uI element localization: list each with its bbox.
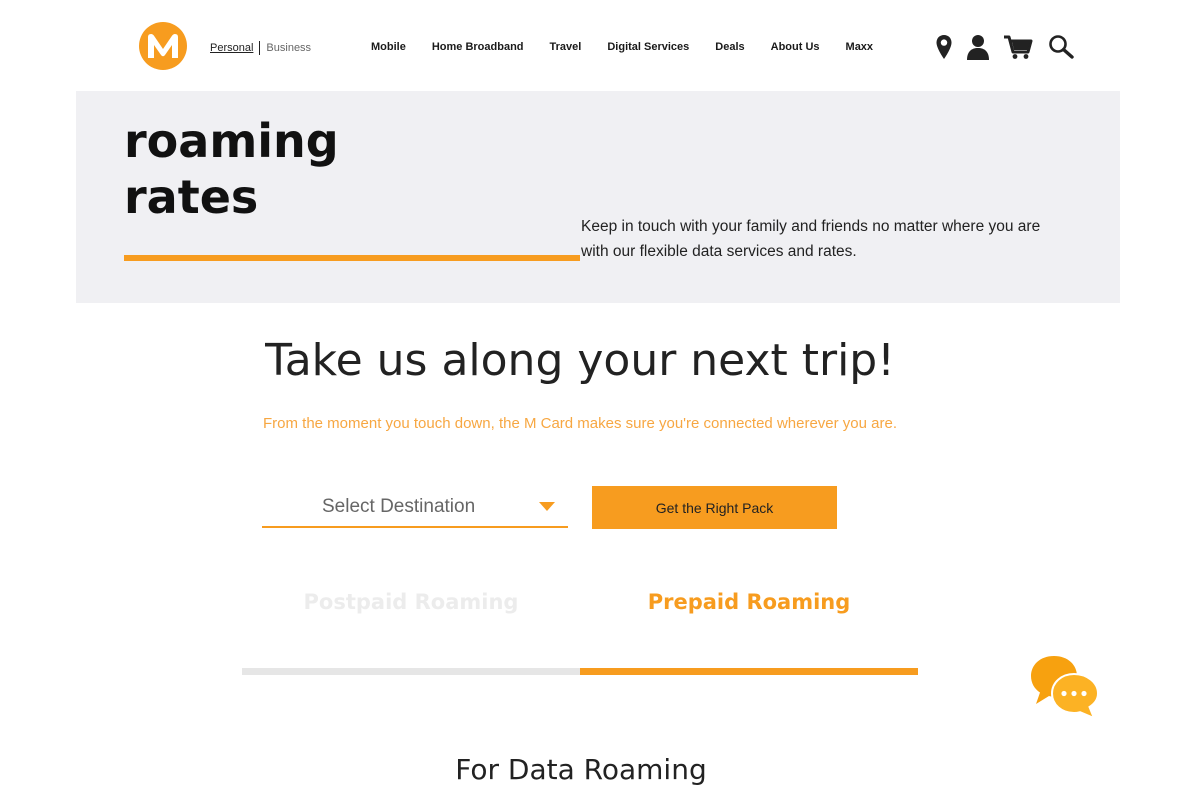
nav-item-travel[interactable]: Travel <box>550 41 582 53</box>
destination-select-placeholder: Select Destination <box>322 496 476 517</box>
location-pin-icon[interactable] <box>933 32 955 62</box>
hero-title: roaming rates <box>124 113 444 225</box>
trip-heading: Take us along your next trip! <box>265 335 895 386</box>
search-icon[interactable] <box>1047 32 1075 62</box>
chat-bubble-icon[interactable] <box>1028 654 1104 720</box>
data-roaming-heading: For Data Roaming <box>455 753 707 786</box>
header-icons <box>933 32 1075 62</box>
hero-title-line2: rates <box>124 170 259 224</box>
hero-description: Keep in touch with your family and frien… <box>581 218 1041 260</box>
nav-item-maxx[interactable]: Maxx <box>846 41 874 53</box>
nav-item-home-broadband[interactable]: Home Broadband <box>432 41 524 53</box>
tab-prepaid-roaming[interactable]: Prepaid Roaming <box>580 590 918 614</box>
m-logo-icon[interactable] <box>139 22 187 70</box>
hero-underline <box>124 255 580 261</box>
nav-item-digital-services[interactable]: Digital Services <box>607 41 689 53</box>
nav-item-about-us[interactable]: About Us <box>771 41 820 53</box>
trip-subheading: From the moment you touch down, the M Ca… <box>263 415 897 432</box>
site-header: Personal Business Mobile Home Broadband … <box>0 0 1200 92</box>
user-icon[interactable] <box>965 32 991 62</box>
nav-item-deals[interactable]: Deals <box>715 41 744 53</box>
segment-business-link[interactable]: Business <box>266 42 311 54</box>
segment-divider <box>259 41 261 55</box>
hero-banner: roaming rates Keep in touch with your fa… <box>76 91 1120 303</box>
main-nav: Mobile Home Broadband Travel Digital Ser… <box>371 41 873 53</box>
nav-item-mobile[interactable]: Mobile <box>371 41 406 53</box>
destination-select[interactable]: Select Destination <box>262 488 568 528</box>
segment-switcher: Personal Business <box>210 41 311 55</box>
tab-indicator-postpaid <box>242 668 580 675</box>
cart-icon[interactable] <box>1003 32 1033 62</box>
segment-personal-link[interactable]: Personal <box>210 42 253 54</box>
tab-indicator-prepaid <box>580 668 918 675</box>
tab-postpaid-roaming[interactable]: Postpaid Roaming <box>242 590 580 614</box>
hero-title-line1: roaming <box>124 114 339 168</box>
caret-down-icon <box>539 502 555 511</box>
get-right-pack-button[interactable]: Get the Right Pack <box>592 486 837 529</box>
m-logo-glyph <box>148 34 178 58</box>
